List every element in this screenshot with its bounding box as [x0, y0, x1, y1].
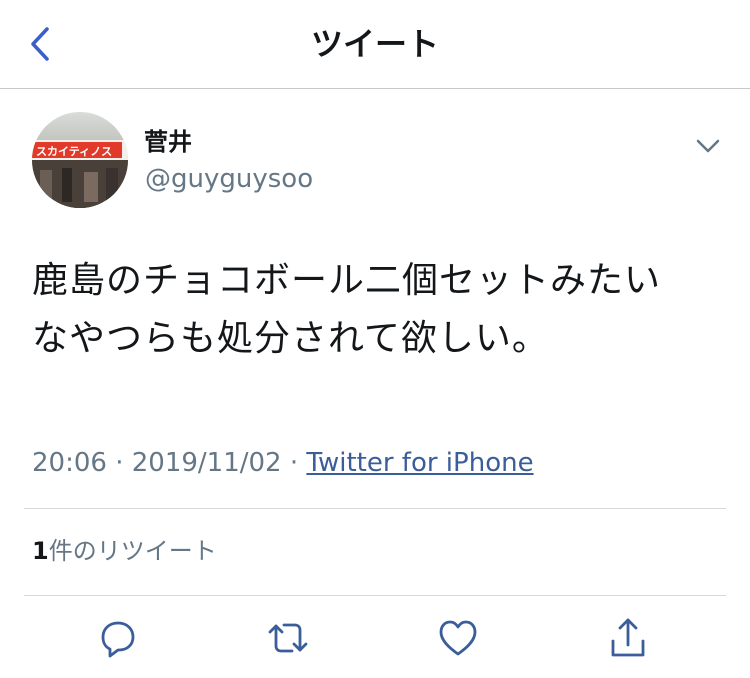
meta-separator: · — [289, 448, 299, 478]
tweet-text: 鹿島のチョコボール二個セットみたい なやつらも処分されて欲しい。 — [32, 260, 662, 359]
meta-separator: · — [115, 448, 124, 478]
retweet-count-row[interactable]: 1件のリツイート — [32, 534, 217, 568]
chevron-down-icon — [696, 139, 720, 153]
retweet-button[interactable] — [264, 614, 312, 662]
user-handle[interactable]: @guyguysoo — [145, 162, 313, 196]
like-button[interactable] — [434, 614, 482, 662]
avatar-sign-text: スカイティノス — [36, 145, 112, 158]
share-icon — [611, 618, 645, 657]
tweet-time: 20:06 — [32, 448, 107, 478]
retweet-label: 件のリツイート — [48, 537, 217, 565]
divider — [24, 508, 726, 509]
display-name[interactable]: 菅井 — [144, 126, 192, 158]
top-bar: ツイート — [0, 0, 750, 89]
reply-button[interactable] — [94, 614, 142, 662]
tweet-source-link[interactable]: Twitter for iPhone — [306, 448, 533, 478]
retweet-icon — [268, 623, 308, 653]
share-button[interactable] — [604, 614, 652, 662]
tweet-meta: 20:06 · 2019/11/02 · Twitter for iPhone — [32, 446, 534, 480]
heart-icon — [439, 620, 477, 656]
avatar[interactable]: スカイティノス — [32, 112, 128, 208]
page-title: ツイート — [310, 25, 439, 63]
divider — [24, 595, 726, 596]
more-options-button[interactable] — [692, 132, 724, 160]
retweet-count: 1 — [32, 537, 49, 565]
reply-icon — [101, 621, 135, 658]
tweet-date: 2019/11/02 — [131, 448, 282, 478]
